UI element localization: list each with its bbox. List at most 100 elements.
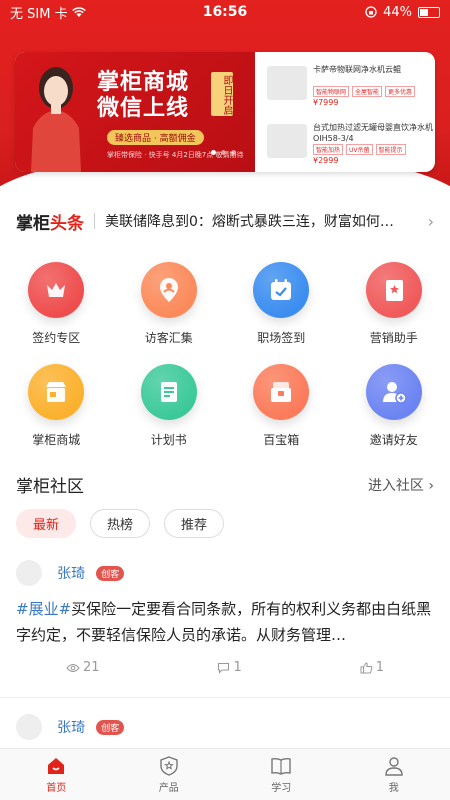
banner-title-line2: 微信上线 bbox=[97, 96, 190, 121]
feature-label: 掌柜商城 bbox=[32, 433, 81, 447]
post-topic[interactable]: #展业# bbox=[16, 600, 71, 618]
product-tag: 智能物联网 bbox=[313, 86, 350, 97]
home-icon bbox=[48, 758, 65, 774]
bottom-tab-bar: 首页 产品 学习 我 bbox=[0, 748, 450, 800]
post-body[interactable]: #展业#买保险一定要看合同条款，所有的权利义务都由白纸黑字约定，不要轻信保险人员… bbox=[16, 596, 434, 648]
battery-icon bbox=[418, 6, 440, 18]
banner-title-line1: 掌柜商城 bbox=[97, 70, 190, 95]
community-post[interactable]: 张琦 创客 #展业#买保险一定要看合同条款，所有的权利义务都由白纸黑字约定，不要… bbox=[16, 560, 434, 675]
community-header: 掌柜社区 进入社区 › bbox=[16, 472, 434, 497]
post-stats: 21 1 1 bbox=[16, 660, 434, 675]
tab-me-label: 我 bbox=[388, 783, 399, 794]
headline-brand: 掌柜头条 bbox=[16, 209, 84, 234]
product-tag: 全屋智能 bbox=[352, 86, 383, 97]
banner-tag: 即日开启 bbox=[211, 72, 233, 116]
tab-learning[interactable]: 学习 bbox=[225, 749, 338, 800]
comments-stat[interactable]: 1 bbox=[217, 660, 242, 675]
spokesperson-image bbox=[31, 67, 81, 172]
likes-count: 1 bbox=[375, 660, 384, 675]
enter-community-label: 进入社区 bbox=[367, 477, 424, 494]
book-star-icon bbox=[365, 262, 422, 318]
views-stat: 21 bbox=[66, 660, 100, 675]
open-book-icon bbox=[271, 757, 291, 775]
product-price: ¥2999 bbox=[313, 156, 339, 165]
post-author[interactable]: 张琦 bbox=[57, 563, 85, 583]
shield-star-icon bbox=[160, 756, 178, 776]
feature-label: 邀请好友 bbox=[369, 433, 418, 447]
comment-icon bbox=[218, 662, 230, 674]
feature-label: 签约专区 bbox=[32, 331, 81, 345]
tab-recommended[interactable]: 推荐 bbox=[164, 509, 225, 538]
avatar[interactable] bbox=[16, 560, 42, 586]
author-badge: 创客 bbox=[96, 719, 125, 735]
banner-products: 卡萨帝物联网净水机云鲲 智能物联网 全屋智能 更多优惠 ¥7999 台式加热过滤… bbox=[263, 52, 435, 172]
chevron-right-icon[interactable]: › bbox=[418, 212, 434, 231]
feature-store[interactable]: 掌柜商城 bbox=[0, 364, 113, 448]
wifi-icon bbox=[71, 6, 86, 17]
feature-label: 访客汇集 bbox=[144, 331, 193, 345]
visitor-pin-icon bbox=[140, 262, 197, 318]
tab-products-label: 产品 bbox=[158, 783, 179, 794]
product-name: 卡萨帝物联网净水机云鲲 bbox=[313, 65, 401, 74]
post-separator bbox=[0, 697, 450, 698]
feature-invite-friends[interactable]: 邀请好友 bbox=[338, 364, 450, 448]
pagination-dot bbox=[221, 150, 226, 155]
product-name: 台式加热过滤无罐母婴直饮净水机 OIH58-3/4 bbox=[313, 123, 433, 143]
banner-product: 卡萨帝物联网净水机云鲲 智能物联网 全屋智能 更多优惠 ¥7999 bbox=[263, 56, 435, 112]
enter-community-link[interactable]: 进入社区 › bbox=[368, 475, 434, 495]
avatar[interactable] bbox=[16, 714, 42, 740]
feature-plan-book[interactable]: 计划书 bbox=[113, 364, 226, 448]
status-bar: 无 SIM 卡 16:56 44% bbox=[0, 0, 450, 24]
crown-icon bbox=[28, 262, 85, 318]
chevron-right-icon: › bbox=[428, 477, 434, 494]
tab-products[interactable]: 产品 bbox=[113, 749, 226, 800]
headline-ticker[interactable]: 掌柜头条 美联储降息到0：熔断式暴跌三连，财富如何… › bbox=[0, 205, 450, 237]
feature-contract-zone[interactable]: 签约专区 bbox=[0, 262, 113, 346]
tab-learning-label: 学习 bbox=[271, 783, 292, 794]
product-tag: 更多优惠 bbox=[385, 86, 416, 97]
feature-grid: 签约专区 访客汇集 职场签到 营销助手 掌柜商城 计划书 百宝箱 邀请好友 bbox=[0, 262, 450, 448]
tab-me[interactable]: 我 bbox=[338, 749, 450, 800]
add-friend-icon bbox=[365, 364, 422, 420]
product-thumbnail bbox=[267, 124, 307, 158]
feature-treasure-box[interactable]: 百宝箱 bbox=[225, 364, 338, 448]
comments-count: 1 bbox=[233, 660, 242, 675]
feature-label: 营销助手 bbox=[369, 331, 418, 345]
person-icon bbox=[385, 757, 403, 776]
product-tag: 智能提示 bbox=[375, 144, 406, 155]
tab-home-label: 首页 bbox=[46, 783, 67, 794]
status-time: 16:56 bbox=[202, 4, 248, 20]
eye-icon bbox=[66, 663, 80, 672]
rotation-lock-icon bbox=[365, 6, 377, 18]
likes-stat[interactable]: 1 bbox=[360, 660, 384, 675]
pagination-dot bbox=[231, 150, 236, 155]
tab-latest[interactable]: 最新 bbox=[16, 509, 77, 538]
feature-label: 百宝箱 bbox=[263, 433, 300, 447]
document-icon bbox=[140, 364, 197, 420]
banner-pill: 臻选商品 · 高额佣金 bbox=[107, 130, 204, 145]
banner-product: 台式加热过滤无罐母婴直饮净水机 OIH58-3/4 智能加热 UV杀菌 智能提示… bbox=[263, 114, 435, 170]
community-title: 掌柜社区 bbox=[16, 477, 84, 497]
feature-visitor-collect[interactable]: 访客汇集 bbox=[113, 262, 226, 346]
headline-brand-a: 掌柜 bbox=[16, 213, 50, 234]
community-post[interactable]: 张琦 创客 bbox=[16, 714, 434, 740]
headline-text[interactable]: 美联储降息到0：熔断式暴跌三连，财富如何… bbox=[105, 211, 418, 231]
headline-brand-b: 头条 bbox=[50, 213, 84, 234]
pagination-dot bbox=[211, 150, 216, 155]
product-thumbnail bbox=[267, 66, 307, 100]
banner-pagination bbox=[211, 150, 236, 155]
battery-percent: 44% bbox=[383, 4, 412, 20]
tab-home[interactable]: 首页 bbox=[0, 749, 113, 800]
treasure-box-icon bbox=[253, 364, 310, 420]
feature-workplace-checkin[interactable]: 职场签到 bbox=[225, 262, 338, 346]
feature-marketing-assistant[interactable]: 营销助手 bbox=[338, 262, 450, 346]
community-tabs: 最新 热榜 推荐 bbox=[16, 509, 225, 538]
tab-hot[interactable]: 热榜 bbox=[90, 509, 151, 538]
calendar-check-icon bbox=[253, 262, 310, 318]
banner-title: 掌柜商城 微信上线 bbox=[97, 70, 189, 122]
feature-label: 职场签到 bbox=[257, 331, 306, 345]
banner-left-panel: 掌柜商城 微信上线 即日开启 臻选商品 · 高额佣金 掌柜带保险 · 快手号 4… bbox=[15, 52, 255, 172]
promo-banner[interactable]: 掌柜商城 微信上线 即日开启 臻选商品 · 高额佣金 掌柜带保险 · 快手号 4… bbox=[15, 52, 435, 172]
feature-label: 计划书 bbox=[150, 433, 187, 447]
post-author[interactable]: 张琦 bbox=[57, 717, 85, 737]
